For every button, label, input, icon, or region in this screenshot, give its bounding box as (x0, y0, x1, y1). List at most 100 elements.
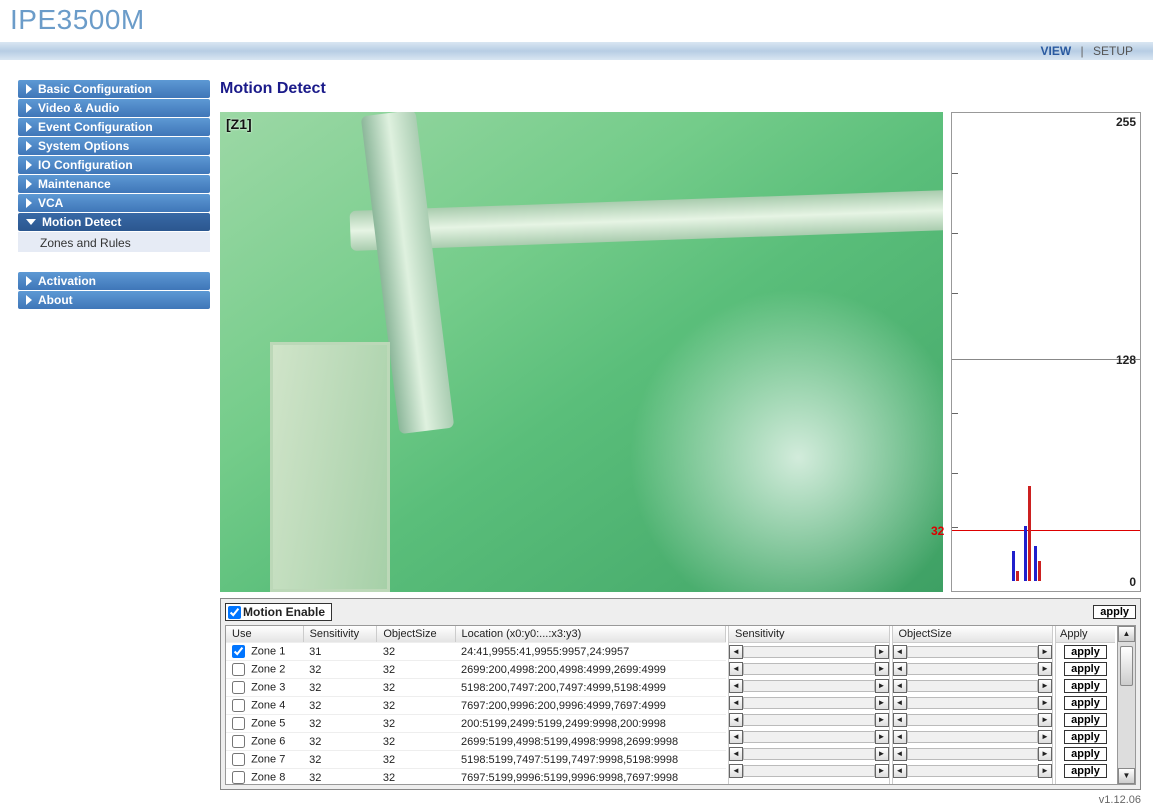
scroll-down-icon[interactable]: ▼ (1118, 768, 1135, 784)
slider-decrease-icon[interactable]: ◄ (893, 662, 907, 676)
slider-increase-icon[interactable]: ► (1038, 730, 1052, 744)
slider-decrease-icon[interactable]: ◄ (729, 713, 743, 727)
row-apply-button[interactable]: apply (1064, 662, 1107, 676)
vertical-scrollbar[interactable]: ▲ ▼ (1117, 626, 1135, 784)
slider-increase-icon[interactable]: ► (1038, 696, 1052, 710)
sidebar-item-motion-detect[interactable]: Motion Detect (18, 213, 210, 231)
slider-increase-icon[interactable]: ► (1038, 679, 1052, 693)
row-apply-button[interactable]: apply (1064, 764, 1107, 778)
row-apply-button[interactable]: apply (1064, 713, 1107, 727)
slider-track[interactable] (743, 663, 875, 675)
sidebar-item-label: VCA (38, 196, 63, 210)
slider-track[interactable] (743, 646, 875, 658)
slider-decrease-icon[interactable]: ◄ (893, 747, 907, 761)
slider-increase-icon[interactable]: ► (875, 679, 889, 693)
slider-decrease-icon[interactable]: ◄ (729, 679, 743, 693)
sidebar-item-io-configuration[interactable]: IO Configuration (18, 156, 210, 174)
slider-track[interactable] (907, 697, 1039, 709)
motion-enable-checkbox[interactable] (228, 606, 241, 619)
slider-track[interactable] (907, 748, 1039, 760)
slider-decrease-icon[interactable]: ◄ (729, 747, 743, 761)
table-row[interactable]: Zone 832327697:5199,9996:5199,9996:9998,… (226, 769, 726, 785)
slider-decrease-icon[interactable]: ◄ (893, 764, 907, 778)
nav-view[interactable]: VIEW (1041, 44, 1072, 58)
video-preview[interactable]: [Z1] (220, 112, 943, 592)
scroll-up-icon[interactable]: ▲ (1118, 626, 1135, 642)
zone-use-checkbox[interactable] (232, 771, 245, 784)
slider-increase-icon[interactable]: ► (1038, 713, 1052, 727)
slider-decrease-icon[interactable]: ◄ (729, 730, 743, 744)
row-apply-button[interactable]: apply (1064, 747, 1107, 761)
nav-setup[interactable]: SETUP (1093, 44, 1133, 58)
slider-track[interactable] (743, 714, 875, 726)
slider-decrease-icon[interactable]: ◄ (729, 696, 743, 710)
slider-increase-icon[interactable]: ► (1038, 645, 1052, 659)
slider-track[interactable] (907, 765, 1039, 777)
slider-track[interactable] (743, 697, 875, 709)
sidebar-subitem-zones-and-rules[interactable]: Zones and Rules (18, 232, 210, 252)
zone-use-checkbox[interactable] (232, 753, 245, 766)
product-title: IPE3500M (0, 0, 1153, 42)
slider-track[interactable] (743, 731, 875, 743)
col-use[interactable]: Use (226, 626, 303, 643)
slider-track[interactable] (907, 714, 1039, 726)
zone-use-checkbox[interactable] (232, 645, 245, 658)
slider-decrease-icon[interactable]: ◄ (893, 645, 907, 659)
zone-use-checkbox[interactable] (232, 717, 245, 730)
slider-decrease-icon[interactable]: ◄ (729, 662, 743, 676)
slider-track[interactable] (743, 680, 875, 692)
sidebar-item-activation[interactable]: Activation (18, 272, 210, 290)
sidebar-item-system-options[interactable]: System Options (18, 137, 210, 155)
threshold-line[interactable] (952, 530, 1140, 531)
table-row[interactable]: Zone 1313224:41,9955:41,9955:9957,24:995… (226, 643, 726, 661)
table-row[interactable]: Zone 732325198:5199,7497:5199,7497:9998,… (226, 751, 726, 769)
zone-use-checkbox[interactable] (232, 663, 245, 676)
row-apply-button[interactable]: apply (1064, 696, 1107, 710)
slider-decrease-icon[interactable]: ◄ (893, 713, 907, 727)
slider-decrease-icon[interactable]: ◄ (893, 679, 907, 693)
row-apply-button[interactable]: apply (1064, 679, 1107, 693)
slider-track[interactable] (907, 731, 1039, 743)
slider-increase-icon[interactable]: ► (875, 645, 889, 659)
table-row[interactable]: Zone 232322699:200,4998:200,4998:4999,26… (226, 661, 726, 679)
slider-track[interactable] (743, 765, 875, 777)
slider-increase-icon[interactable]: ► (875, 696, 889, 710)
slider-increase-icon[interactable]: ► (1038, 662, 1052, 676)
motion-enable-toggle[interactable]: Motion Enable (225, 603, 332, 621)
row-apply-button[interactable]: apply (1064, 730, 1107, 744)
top-apply-button[interactable]: apply (1093, 605, 1136, 619)
zone-use-checkbox[interactable] (232, 681, 245, 694)
table-row[interactable]: Zone 432327697:200,9996:200,9996:4999,76… (226, 697, 726, 715)
slider-increase-icon[interactable]: ► (875, 764, 889, 778)
slider-increase-icon[interactable]: ► (875, 662, 889, 676)
slider-increase-icon[interactable]: ► (1038, 764, 1052, 778)
slider-increase-icon[interactable]: ► (1038, 747, 1052, 761)
sidebar-item-vca[interactable]: VCA (18, 194, 210, 212)
zone-use-checkbox[interactable] (232, 735, 245, 748)
scroll-thumb[interactable] (1120, 646, 1133, 686)
sidebar-item-maintenance[interactable]: Maintenance (18, 175, 210, 193)
slider-decrease-icon[interactable]: ◄ (729, 764, 743, 778)
slider-decrease-icon[interactable]: ◄ (893, 696, 907, 710)
sidebar-item-video-audio[interactable]: Video & Audio (18, 99, 210, 117)
sidebar-item-event-configuration[interactable]: Event Configuration (18, 118, 210, 136)
table-row[interactable]: Zone 332325198:200,7497:200,7497:4999,51… (226, 679, 726, 697)
table-row[interactable]: Zone 53232200:5199,2499:5199,2499:9998,2… (226, 715, 726, 733)
zone-use-checkbox[interactable] (232, 699, 245, 712)
col-location[interactable]: Location (x0:y0:...:x3:y3) (455, 626, 726, 643)
slider-track[interactable] (907, 680, 1039, 692)
slider-increase-icon[interactable]: ► (875, 747, 889, 761)
slider-increase-icon[interactable]: ► (875, 730, 889, 744)
row-apply-button[interactable]: apply (1064, 645, 1107, 659)
col-sensitivity[interactable]: Sensitivity (303, 626, 377, 643)
slider-track[interactable] (907, 646, 1039, 658)
col-objectsize[interactable]: ObjectSize (377, 626, 455, 643)
slider-decrease-icon[interactable]: ◄ (893, 730, 907, 744)
slider-track[interactable] (743, 748, 875, 760)
sidebar-item-about[interactable]: About (18, 291, 210, 309)
table-row[interactable]: Zone 632322699:5199,4998:5199,4998:9998,… (226, 733, 726, 751)
sidebar-item-basic-configuration[interactable]: Basic Configuration (18, 80, 210, 98)
slider-increase-icon[interactable]: ► (875, 713, 889, 727)
slider-track[interactable] (907, 663, 1039, 675)
slider-decrease-icon[interactable]: ◄ (729, 645, 743, 659)
